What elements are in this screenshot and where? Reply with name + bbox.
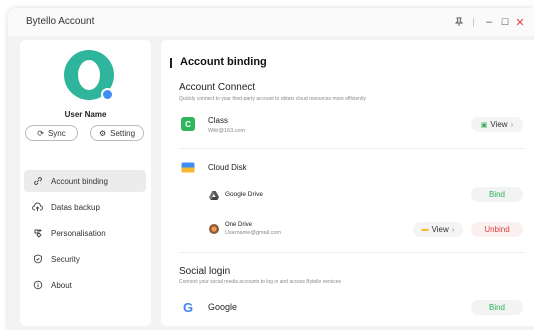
account-connect-subtitle: Quickly connect to your third-party acco… [179, 96, 366, 102]
shield-icon [32, 254, 43, 265]
avatar-edit-badge[interactable] [101, 88, 114, 101]
sidebar-item-personalisation[interactable]: Personalisation [24, 222, 146, 244]
cloud-disk-title: Cloud Disk [208, 163, 247, 172]
account-connect-title: Account Connect [179, 82, 256, 93]
class-account: Wikl@163.com [208, 128, 246, 134]
sidebar-item-account-binding[interactable]: Account binding [24, 170, 146, 192]
link-icon [32, 176, 43, 187]
one-drive-account: Username@gmail.com [225, 230, 282, 236]
sidebar-item-security[interactable]: Security [24, 248, 146, 270]
sync-button[interactable]: ⟳ Sync [25, 125, 78, 141]
one-drive-unbind-button[interactable]: Unbind [471, 222, 523, 237]
sidebar-item-datas-backup[interactable]: Datas backup [24, 196, 146, 218]
page-title: Account binding [180, 56, 267, 68]
titlebar-separator [473, 18, 474, 27]
avatar[interactable] [64, 50, 114, 101]
avatar-figure [78, 60, 100, 90]
one-drive-view-button[interactable]: ▬ View › [413, 222, 463, 237]
personalisation-icon [32, 228, 43, 239]
class-name: Class [208, 116, 229, 125]
google-drive-name: Google Drive [225, 191, 263, 198]
google-drive-bind-button[interactable]: Bind [471, 187, 523, 202]
chevron-right-icon: › [451, 225, 455, 234]
user-name: User Name [64, 110, 107, 119]
section-divider [179, 148, 524, 149]
folder-icon: ▬ [421, 226, 429, 233]
one-drive-name: One Drive [225, 222, 253, 228]
close-button[interactable]: ✕ [511, 13, 529, 31]
sidebar-item-label: Account binding [51, 176, 108, 186]
view-icon: ▣ [480, 121, 488, 129]
cloud-disk-icon [181, 162, 195, 173]
google-icon: G [182, 299, 194, 315]
google-name: Google [208, 302, 238, 312]
app-window: Bytello Account – ☐ ✕ User Name ⟳ Sync ⚙… [8, 8, 534, 330]
sidebar-item-label: Datas backup [51, 202, 100, 212]
sidebar-item-label: About [51, 280, 72, 290]
sidebar: User Name ⟳ Sync ⚙ Setting Account bindi… [20, 40, 151, 326]
app-title: Bytello Account [26, 16, 95, 27]
cloud-upload-icon [32, 202, 43, 213]
gear-icon: ⚙ [98, 128, 107, 138]
google-drive-icon [209, 190, 219, 200]
sync-label: Sync [47, 128, 66, 138]
view-label: View [490, 120, 508, 129]
sidebar-item-about[interactable]: About [24, 274, 146, 296]
chevron-right-icon: › [510, 120, 514, 129]
social-login-subtitle: Connect your social media accounts to lo… [179, 279, 342, 285]
title-bar: Bytello Account – ☐ ✕ [8, 8, 534, 36]
info-icon [32, 280, 43, 291]
class-app-icon: C [181, 117, 195, 131]
view-label: View [431, 225, 449, 234]
one-drive-icon [209, 224, 219, 234]
setting-label: Setting [110, 128, 136, 138]
heading-accent-bar [170, 58, 172, 68]
section-divider [179, 252, 524, 253]
setting-button[interactable]: ⚙ Setting [90, 125, 144, 141]
google-bind-button[interactable]: Bind [471, 300, 523, 315]
sidebar-item-label: Personalisation [51, 228, 106, 238]
class-view-button[interactable]: ▣ View › [471, 117, 523, 132]
sync-icon: ⟳ [37, 128, 44, 138]
social-login-title: Social login [179, 266, 231, 277]
sidebar-item-label: Security [51, 254, 80, 264]
main-panel: Account binding Account Connect Quickly … [161, 40, 534, 326]
pin-icon[interactable] [450, 13, 468, 31]
